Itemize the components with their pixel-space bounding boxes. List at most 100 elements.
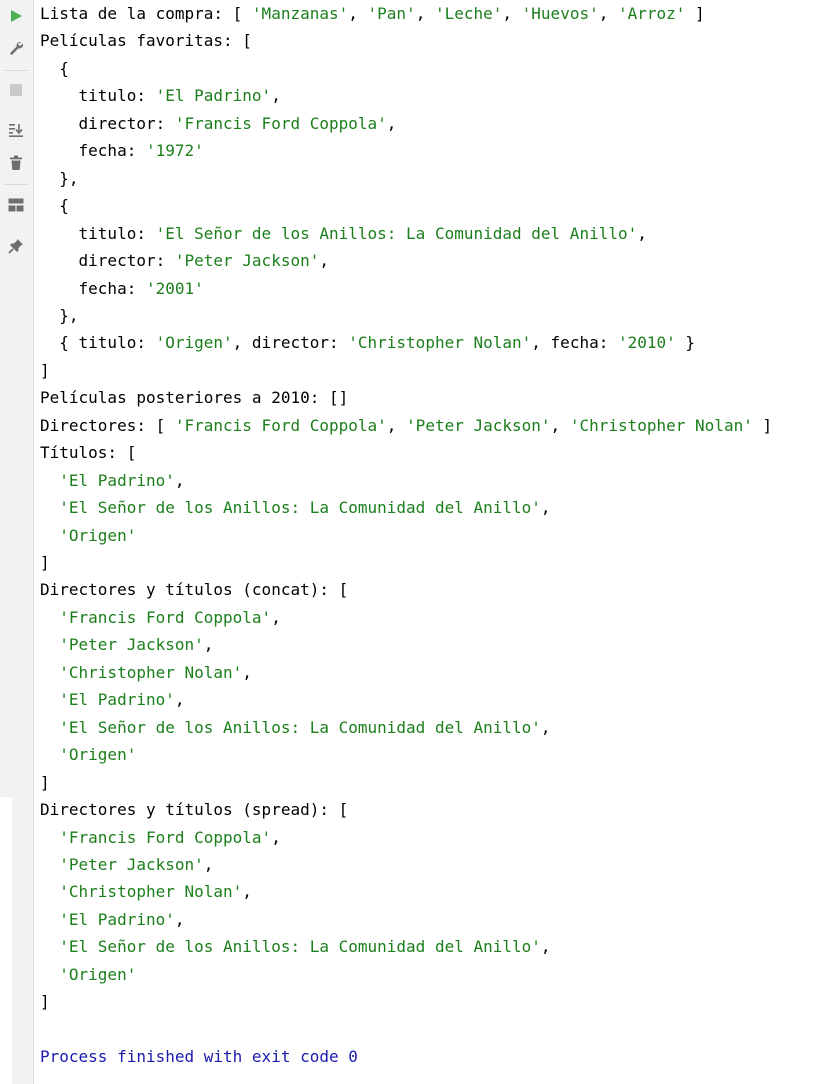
string-literal: 'El Señor de los Anillos: La Comunidad d…: [59, 498, 541, 518]
console-line: ]: [40, 549, 50, 576]
console-line: },: [40, 302, 78, 329]
console-text: {: [40, 196, 69, 216]
console-text: ,: [415, 4, 435, 23]
string-literal: '2001': [145, 278, 204, 298]
console-line: 'El Señor de los Anillos: La Comunidad d…: [40, 494, 551, 521]
console-text: ,: [348, 4, 368, 23]
console-line: Lista de la compra: [ 'Manzanas', 'Pan',…: [40, 0, 705, 27]
clear-icon[interactable]: [4, 151, 28, 175]
console-line: Directores: [ 'Francis Ford Coppola', 'P…: [40, 412, 772, 439]
console-text: ,: [203, 635, 214, 655]
string-literal: 'El Señor de los Anillos: La Comunidad d…: [59, 937, 541, 957]
console-gutter: [12, 797, 34, 1084]
console-text: ,: [271, 827, 281, 847]
console-line: },: [40, 165, 78, 192]
console-text: ,: [203, 854, 214, 874]
toolbar-separator: [5, 70, 27, 71]
console-line: ]: [40, 357, 50, 384]
console-line: titulo: 'El Señor de los Anillos: La Com…: [40, 220, 647, 247]
console-line: 'Francis Ford Coppola',: [40, 604, 281, 631]
console-line: {: [40, 192, 69, 219]
console-line: 'El Señor de los Anillos: La Comunidad d…: [40, 933, 551, 960]
toolbar-separator: [5, 184, 27, 185]
console-text: ,: [540, 937, 551, 957]
string-literal: 'El Padrino': [59, 470, 175, 490]
console-text: titulo:: [40, 223, 156, 243]
console-text: {: [40, 58, 69, 78]
console-text: ]: [40, 772, 50, 792]
console-text: ]: [685, 4, 705, 23]
string-literal: 'Huevos': [521, 4, 599, 23]
console-text: ,: [550, 415, 570, 435]
console-line: fecha: '1972': [40, 137, 204, 164]
console-text: Directores: [: [40, 415, 175, 435]
string-literal: 'Pan': [367, 4, 416, 23]
console-text: ,: [242, 662, 252, 682]
console-line: titulo: 'El Padrino',: [40, 82, 281, 109]
console-text: director:: [40, 251, 175, 271]
console-text: ,: [174, 470, 185, 490]
string-literal: 'Francis Ford Coppola': [174, 113, 387, 133]
console-line: 'Peter Jackson',: [40, 631, 213, 658]
run-icon[interactable]: [4, 4, 28, 28]
string-literal: 'Christopher Nolan': [348, 333, 532, 353]
wrench-icon[interactable]: [4, 36, 28, 60]
console-text: ,: [319, 251, 329, 271]
exit-message: Process finished with exit code 0: [40, 1047, 358, 1067]
console-text: Títulos: [: [40, 443, 137, 463]
stop-icon[interactable]: [4, 78, 28, 102]
string-literal: 'Peter Jackson': [59, 854, 204, 874]
console-text: ,: [242, 882, 252, 902]
console-line: Directores y títulos (spread): [: [40, 796, 348, 823]
console-text: ,: [540, 498, 551, 518]
console-line: {: [40, 55, 69, 82]
console-text: Directores y títulos (concat): [: [40, 580, 349, 600]
console-line: 'El Padrino',: [40, 686, 184, 713]
string-literal: 'Peter Jackson': [406, 415, 551, 435]
string-literal: 'Francis Ford Coppola': [174, 415, 387, 435]
string-literal: 'Francis Ford Coppola': [59, 607, 272, 627]
console-line: fecha: '2001': [40, 275, 204, 302]
console-line: director: 'Peter Jackson',: [40, 247, 329, 274]
layout-icon[interactable]: [4, 193, 28, 217]
console-line: 'Peter Jackson',: [40, 851, 213, 878]
console-output[interactable]: Lista de la compra: [ 'Manzanas', 'Pan',…: [40, 0, 825, 1084]
string-literal: 'Manzanas': [251, 4, 349, 23]
console-line: { titulo: 'Origen', director: 'Christoph…: [40, 329, 695, 356]
pin-icon[interactable]: [4, 234, 28, 258]
console-line: 'Origen': [40, 961, 136, 988]
console-text: ]: [752, 415, 773, 435]
string-literal: 'Francis Ford Coppola': [59, 827, 272, 847]
console-text: ,: [174, 909, 185, 929]
console-text: { titulo:: [40, 333, 156, 353]
console-line: 'El Padrino',: [40, 467, 185, 494]
console-text: , fecha:: [531, 333, 618, 353]
console-text: ,: [502, 4, 522, 23]
string-literal: 'El Padrino': [59, 909, 175, 929]
console-text: ,: [271, 607, 281, 627]
console-line: Directores y títulos (concat): [: [40, 576, 348, 603]
console-text: ,: [386, 415, 407, 435]
console-line: Películas favoritas: [: [40, 27, 252, 54]
console-text: ,: [637, 223, 647, 243]
string-literal: 'Origen': [59, 525, 137, 545]
string-literal: 'Origen': [59, 745, 137, 765]
scroll-to-end-icon[interactable]: [4, 118, 28, 142]
string-literal: '1972': [145, 141, 204, 161]
console-line: Títulos: [: [40, 439, 136, 466]
console-text: ,: [598, 4, 618, 23]
console-text: Directores y títulos (spread): [: [40, 800, 349, 820]
console-text: director:: [40, 113, 175, 133]
console-text: titulo:: [40, 86, 156, 106]
